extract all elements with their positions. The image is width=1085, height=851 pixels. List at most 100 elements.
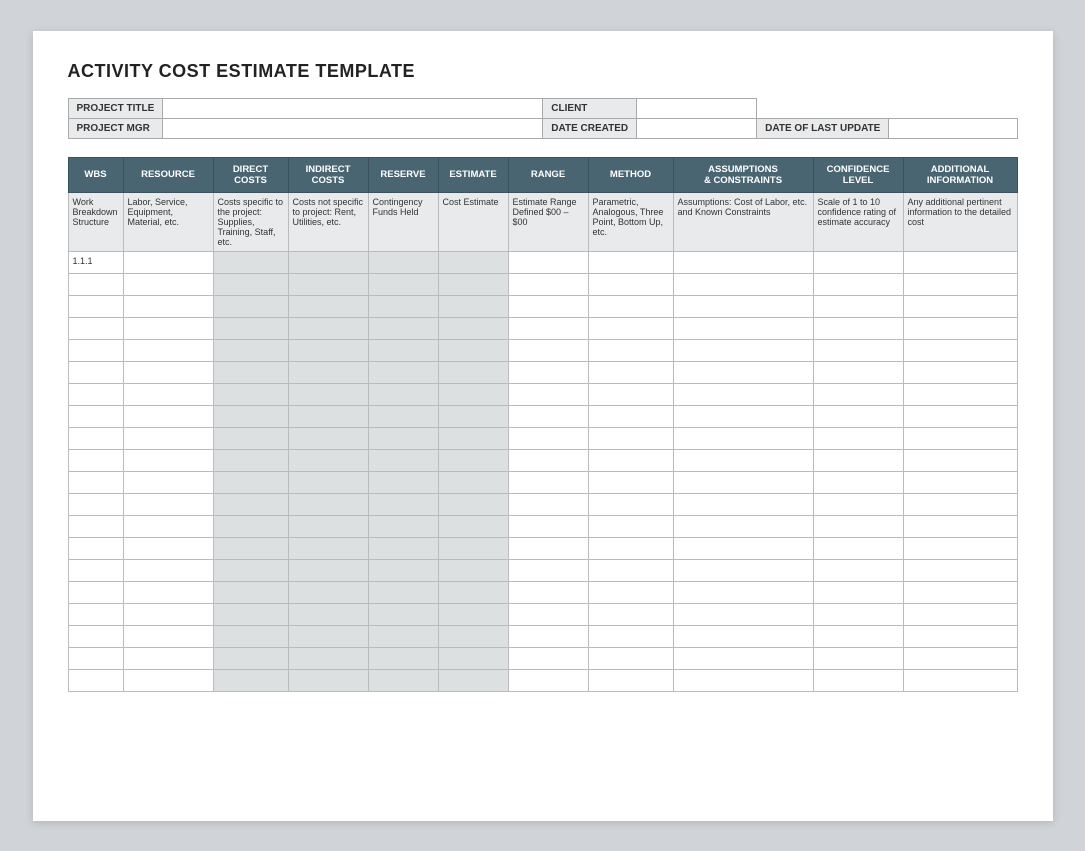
cell-indirect[interactable]	[288, 251, 368, 273]
cell-wbs[interactable]	[68, 603, 123, 625]
cell-confidence[interactable]	[813, 669, 903, 691]
cell-method[interactable]	[588, 559, 673, 581]
cell-confidence[interactable]	[813, 405, 903, 427]
cell-confidence[interactable]	[813, 603, 903, 625]
cell-range[interactable]	[508, 361, 588, 383]
cell-direct[interactable]	[213, 471, 288, 493]
cell-additional[interactable]	[903, 383, 1017, 405]
cell-indirect[interactable]	[288, 405, 368, 427]
cell-wbs[interactable]	[68, 559, 123, 581]
cell-indirect[interactable]	[288, 669, 368, 691]
cell-range[interactable]	[508, 273, 588, 295]
cell-method[interactable]	[588, 251, 673, 273]
cell-range[interactable]	[508, 669, 588, 691]
cell-reserve[interactable]	[368, 537, 438, 559]
cell-estimate[interactable]	[438, 603, 508, 625]
cell-direct[interactable]	[213, 625, 288, 647]
cell-resource[interactable]	[123, 295, 213, 317]
cell-resource[interactable]	[123, 625, 213, 647]
cell-wbs[interactable]	[68, 669, 123, 691]
cell-reserve[interactable]	[368, 317, 438, 339]
cell-reserve[interactable]	[368, 647, 438, 669]
cell-wbs[interactable]	[68, 449, 123, 471]
cell-method[interactable]	[588, 405, 673, 427]
cell-direct[interactable]	[213, 317, 288, 339]
cell-method[interactable]	[588, 449, 673, 471]
cell-estimate[interactable]	[438, 559, 508, 581]
cell-resource[interactable]	[123, 317, 213, 339]
cell-assumptions[interactable]	[673, 427, 813, 449]
cell-indirect[interactable]	[288, 647, 368, 669]
cell-confidence[interactable]	[813, 295, 903, 317]
cell-indirect[interactable]	[288, 537, 368, 559]
cell-method[interactable]	[588, 537, 673, 559]
cell-direct[interactable]	[213, 449, 288, 471]
cell-indirect[interactable]	[288, 515, 368, 537]
cell-resource[interactable]	[123, 383, 213, 405]
cell-additional[interactable]	[903, 427, 1017, 449]
cell-additional[interactable]	[903, 559, 1017, 581]
cell-assumptions[interactable]	[673, 273, 813, 295]
cell-assumptions[interactable]	[673, 625, 813, 647]
cell-indirect[interactable]	[288, 581, 368, 603]
cell-direct[interactable]	[213, 405, 288, 427]
cell-additional[interactable]	[903, 493, 1017, 515]
cell-assumptions[interactable]	[673, 383, 813, 405]
cell-range[interactable]	[508, 427, 588, 449]
cell-wbs[interactable]	[68, 581, 123, 603]
cell-estimate[interactable]	[438, 383, 508, 405]
cell-direct[interactable]	[213, 361, 288, 383]
cell-assumptions[interactable]	[673, 471, 813, 493]
cell-confidence[interactable]	[813, 471, 903, 493]
cell-method[interactable]	[588, 471, 673, 493]
cell-reserve[interactable]	[368, 471, 438, 493]
cell-indirect[interactable]	[288, 273, 368, 295]
cell-range[interactable]	[508, 449, 588, 471]
cell-reserve[interactable]	[368, 669, 438, 691]
cell-range[interactable]	[508, 251, 588, 273]
cell-direct[interactable]	[213, 603, 288, 625]
cell-wbs[interactable]	[68, 515, 123, 537]
cell-estimate[interactable]	[438, 317, 508, 339]
cell-confidence[interactable]	[813, 427, 903, 449]
cell-additional[interactable]	[903, 361, 1017, 383]
cell-assumptions[interactable]	[673, 295, 813, 317]
cell-direct[interactable]	[213, 537, 288, 559]
cell-range[interactable]	[508, 581, 588, 603]
cell-range[interactable]	[508, 515, 588, 537]
cell-resource[interactable]	[123, 449, 213, 471]
cell-method[interactable]	[588, 581, 673, 603]
client-value[interactable]	[637, 98, 757, 118]
cell-assumptions[interactable]	[673, 361, 813, 383]
cell-wbs[interactable]	[68, 361, 123, 383]
cell-wbs[interactable]	[68, 537, 123, 559]
cell-resource[interactable]	[123, 251, 213, 273]
cell-additional[interactable]	[903, 471, 1017, 493]
cell-direct[interactable]	[213, 669, 288, 691]
cell-indirect[interactable]	[288, 603, 368, 625]
project-mgr-value[interactable]	[163, 118, 543, 138]
cell-resource[interactable]	[123, 669, 213, 691]
cell-reserve[interactable]	[368, 251, 438, 273]
cell-method[interactable]	[588, 515, 673, 537]
cell-direct[interactable]	[213, 581, 288, 603]
cell-method[interactable]	[588, 625, 673, 647]
cell-wbs[interactable]	[68, 405, 123, 427]
cell-estimate[interactable]	[438, 361, 508, 383]
cell-resource[interactable]	[123, 339, 213, 361]
cell-reserve[interactable]	[368, 339, 438, 361]
cell-reserve[interactable]	[368, 383, 438, 405]
cell-indirect[interactable]	[288, 339, 368, 361]
cell-estimate[interactable]	[438, 493, 508, 515]
cell-resource[interactable]	[123, 581, 213, 603]
cell-confidence[interactable]	[813, 493, 903, 515]
cell-wbs[interactable]	[68, 471, 123, 493]
cell-confidence[interactable]	[813, 383, 903, 405]
cell-direct[interactable]	[213, 295, 288, 317]
cell-range[interactable]	[508, 537, 588, 559]
cell-method[interactable]	[588, 669, 673, 691]
cell-range[interactable]	[508, 317, 588, 339]
cell-wbs[interactable]	[68, 317, 123, 339]
cell-reserve[interactable]	[368, 559, 438, 581]
cell-resource[interactable]	[123, 471, 213, 493]
